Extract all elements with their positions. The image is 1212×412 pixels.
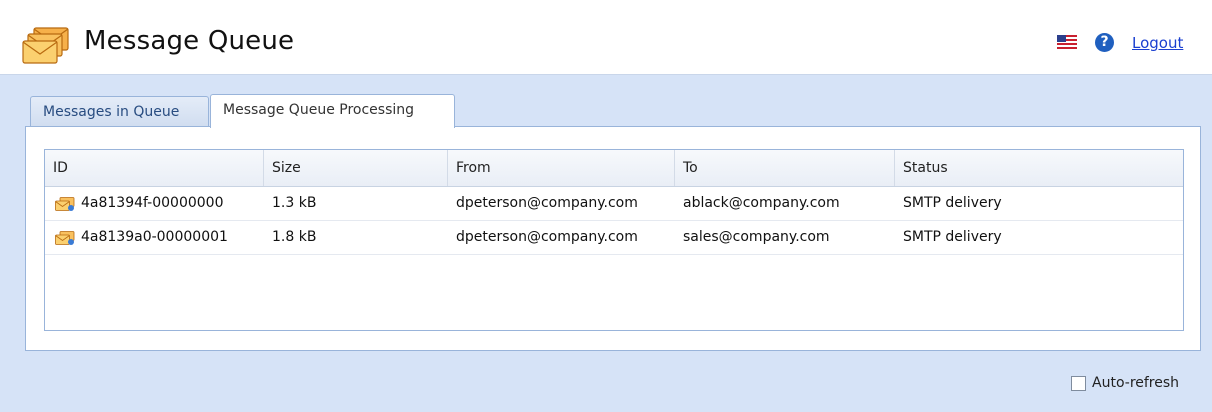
message-from: dpeterson@company.com xyxy=(456,229,638,245)
tab-messages-in-queue[interactable]: Messages in Queue xyxy=(30,96,209,127)
autorefresh-label: Auto-refresh xyxy=(1092,375,1180,391)
logout-link[interactable]: Logout xyxy=(1132,34,1183,52)
tab-message-queue-processing[interactable]: Message Queue Processing xyxy=(210,94,455,128)
message-from: dpeterson@company.com xyxy=(456,195,638,211)
table-row[interactable]: 4a81394f-00000000 1.3 kB dpeterson@compa… xyxy=(45,187,1183,221)
column-header-size[interactable]: Size xyxy=(264,150,448,186)
envelopes-icon xyxy=(22,27,69,64)
message-size: 1.3 kB xyxy=(272,195,317,211)
page-title: Message Queue xyxy=(84,26,295,56)
header-bar: Message Queue ? Logout xyxy=(0,0,1212,75)
message-to: ablack@company.com xyxy=(683,195,840,211)
message-size: 1.8 kB xyxy=(272,229,317,245)
table-row[interactable]: 4a8139a0-00000001 1.8 kB dpeterson@compa… xyxy=(45,221,1183,255)
autorefresh-toggle[interactable]: Auto-refresh xyxy=(1071,375,1179,391)
column-header-id[interactable]: ID xyxy=(45,150,264,186)
message-status: SMTP delivery xyxy=(903,229,1002,245)
envelope-icon xyxy=(55,230,75,245)
column-header-status[interactable]: Status xyxy=(895,150,1183,186)
autorefresh-checkbox[interactable] xyxy=(1071,375,1086,391)
column-header-to[interactable]: To xyxy=(675,150,895,186)
tab-panel: ID Size From To Status 4a81394f-00000000… xyxy=(25,126,1201,351)
column-header-from[interactable]: From xyxy=(448,150,675,186)
message-to: sales@company.com xyxy=(683,229,830,245)
us-flag-icon[interactable] xyxy=(1057,35,1077,49)
message-grid: ID Size From To Status 4a81394f-00000000… xyxy=(44,149,1184,331)
message-status: SMTP delivery xyxy=(903,195,1002,211)
main-area: Messages in Queue Message Queue Processi… xyxy=(0,75,1212,412)
grid-header: ID Size From To Status xyxy=(45,150,1183,187)
help-icon[interactable]: ? xyxy=(1095,33,1114,52)
message-id: 4a81394f-00000000 xyxy=(81,195,224,211)
message-id: 4a8139a0-00000001 xyxy=(81,229,228,245)
envelope-icon xyxy=(55,196,75,211)
